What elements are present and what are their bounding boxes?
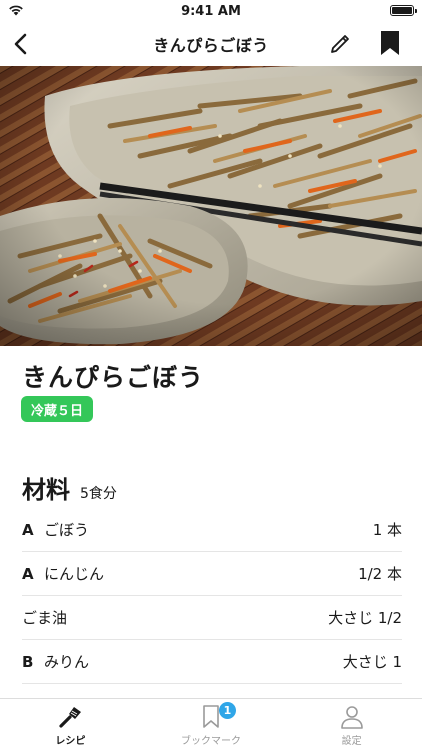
nav-title: きんぴらごぼう — [153, 36, 269, 55]
bookmark-icon[interactable] — [378, 30, 402, 56]
tab-label: ブックマーク — [181, 736, 241, 747]
ingredient-amount: 大さじ 1/2 — [328, 609, 402, 627]
status-time: 9:41 AM — [181, 3, 241, 19]
ingredient-amount: 1/2 本 — [358, 565, 402, 583]
recipe-photo — [0, 66, 422, 346]
tab-bar: レシピ 1 ブックマーク 設定 — [0, 698, 422, 750]
ingredients-title: 材料 — [22, 476, 70, 504]
spatula-icon — [59, 707, 82, 728]
ingredient-group: A — [22, 564, 34, 583]
ingredient-row: A にんじん 1/2 本 — [22, 552, 402, 596]
ingredient-name: ごぼう — [44, 521, 90, 539]
ingredient-group: B — [22, 652, 34, 671]
ingredient-amount: 大さじ 1 — [342, 653, 402, 671]
tab-settings[interactable]: 設定 — [281, 699, 422, 750]
ingredient-row: A ごぼう 1 本 — [22, 508, 402, 552]
navigation-bar: きんぴらごぼう — [0, 22, 422, 66]
battery-icon — [390, 5, 417, 16]
recipe-title: きんぴらごぼう — [22, 363, 205, 392]
ingredients-heading: 材料 5食分 — [22, 470, 117, 505]
ingredient-group: A — [22, 520, 34, 539]
tab-label: 設定 — [341, 736, 362, 747]
tab-label: レシピ — [55, 736, 86, 747]
ingredient-row: ごま油 大さじ 1/2 — [22, 596, 402, 640]
servings-label: 5食分 — [80, 486, 117, 502]
ingredient-name: みりん — [44, 653, 90, 671]
ingredient-amount: 1 本 — [372, 521, 402, 539]
ingredient-list: A ごぼう 1 本 A にんじん 1/2 本 ごま油 大さじ 1/2 B みりん… — [22, 508, 402, 684]
notification-badge: 1 — [219, 702, 236, 719]
tab-bookmarks[interactable]: 1 ブックマーク — [141, 699, 282, 750]
person-icon — [340, 706, 363, 729]
ingredient-name: にんじん — [44, 565, 105, 583]
ingredient-name: ごま油 — [22, 609, 68, 627]
ingredient-row: B みりん 大さじ 1 — [22, 640, 402, 684]
back-chevron-icon[interactable] — [10, 32, 34, 56]
tab-recipe[interactable]: レシピ — [0, 699, 141, 750]
wifi-icon — [9, 5, 23, 16]
status-bar: 9:41 AM — [0, 0, 422, 22]
pencil-edit-icon[interactable] — [328, 32, 352, 56]
storage-badge: 冷蔵５日 — [21, 396, 94, 422]
